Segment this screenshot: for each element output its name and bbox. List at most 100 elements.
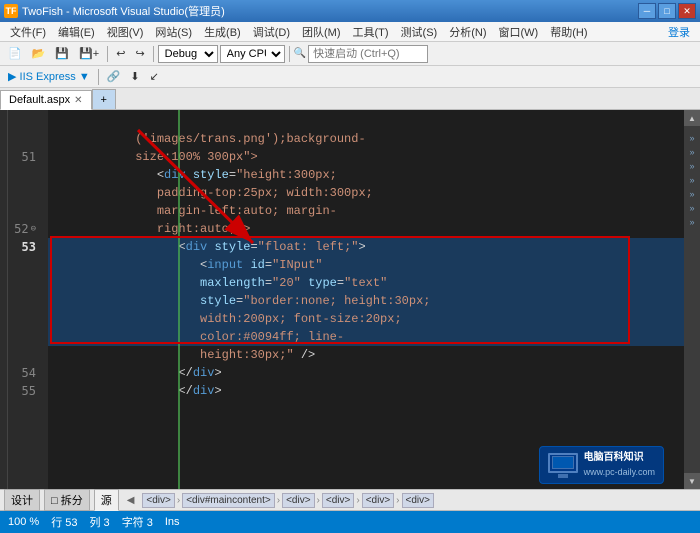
debug-mode-dropdown[interactable]: Debug Release bbox=[158, 45, 218, 63]
status-mode: Ins bbox=[165, 516, 180, 528]
scroll-chevron-5: » bbox=[685, 188, 699, 200]
line-num-52: 52 ⊖ bbox=[8, 220, 42, 238]
menu-test[interactable]: 测试(S) bbox=[395, 22, 444, 42]
run-button[interactable]: ▶ IIS Express ▼ bbox=[4, 67, 94, 87]
save-all-button[interactable]: 💾+ bbox=[75, 44, 103, 64]
scroll-down-button[interactable]: ▼ bbox=[684, 473, 700, 489]
menu-file[interactable]: 文件(F) bbox=[4, 22, 52, 42]
new-project-button[interactable]: 📄 bbox=[4, 44, 26, 64]
logo-url: www.pc-daily.com bbox=[584, 465, 655, 479]
logo-text: 电脑百科知识 www.pc-daily.com bbox=[584, 451, 655, 479]
app-icon: TF bbox=[4, 4, 18, 18]
breadcrumb-sep4: › bbox=[356, 495, 359, 506]
line-num-blank3 bbox=[8, 166, 42, 184]
maximize-button[interactable]: □ bbox=[658, 3, 676, 19]
line-num-blank2 bbox=[8, 130, 42, 148]
menu-analyze[interactable]: 分析(N) bbox=[443, 22, 492, 42]
tab-close-button[interactable]: ✕ bbox=[74, 95, 82, 106]
scroll-chevron-6: » bbox=[685, 202, 699, 214]
bottom-toolbar: 设计 □ 拆分 源 ◀ <div> › <div#maincontent> › … bbox=[0, 489, 700, 511]
expand-icon-52[interactable]: ⊖ bbox=[31, 220, 36, 238]
menu-edit[interactable]: 编辑(E) bbox=[52, 22, 101, 42]
line-num-blank5 bbox=[8, 202, 42, 220]
line-num-55: 55 bbox=[8, 382, 42, 400]
menu-view[interactable]: 视图(V) bbox=[101, 22, 150, 42]
menu-debug[interactable]: 调试(D) bbox=[247, 22, 296, 42]
undo-button[interactable]: ↩ bbox=[112, 44, 129, 64]
menu-window[interactable]: 窗口(W) bbox=[493, 22, 545, 42]
tab-default-aspx[interactable]: Default.aspx ✕ bbox=[0, 90, 92, 110]
cpu-mode-dropdown[interactable]: Any CPU x64 x86 bbox=[220, 45, 285, 63]
tab-bar: Default.aspx ✕ + bbox=[0, 88, 700, 110]
line-num-blank6 bbox=[8, 256, 42, 274]
breadcrumb-div5[interactable]: <div> bbox=[362, 493, 394, 508]
editor-area: 51 52 ⊖ 53 54 55 ('images/trans.png'); bbox=[0, 110, 700, 489]
right-scrollbar: ▲ » » » » » » » ▼ bbox=[684, 110, 700, 489]
scroll-chevron-2: » bbox=[685, 146, 699, 158]
close-button[interactable]: ✕ bbox=[678, 3, 696, 19]
line-num-51: 51 bbox=[8, 148, 42, 166]
monitor-icon bbox=[548, 453, 578, 478]
breadcrumb-sep1: › bbox=[177, 495, 180, 506]
toolbar-1: 📄 📂 💾 💾+ ↩ ↪ Debug Release Any CPU x64 x… bbox=[0, 42, 700, 66]
scroll-track[interactable]: » » » » » » » bbox=[685, 126, 699, 473]
menu-help[interactable]: 帮助(H) bbox=[544, 22, 593, 42]
left-indicator bbox=[0, 110, 8, 489]
window-title: TwoFish - Microsoft Visual Studio(管理员) bbox=[22, 3, 638, 19]
line-num-blank8 bbox=[8, 292, 42, 310]
attach-button[interactable]: 🔗 bbox=[103, 67, 125, 87]
scroll-chevron-1: » bbox=[685, 132, 699, 144]
source-tab[interactable]: 源 bbox=[94, 489, 119, 511]
scroll-up-button[interactable]: ▲ bbox=[684, 110, 700, 126]
separator-1 bbox=[107, 46, 108, 62]
breadcrumb-div4[interactable]: <div> bbox=[322, 493, 354, 508]
menu-bar: 文件(F) 编辑(E) 视图(V) 网站(S) 生成(B) 调试(D) 团队(M… bbox=[0, 22, 700, 42]
nav-arrow-left[interactable]: ◀ bbox=[127, 495, 135, 506]
separator-4 bbox=[98, 69, 99, 85]
breadcrumb-sep3: › bbox=[317, 495, 320, 506]
quick-search-input[interactable] bbox=[308, 45, 428, 63]
tab-label: Default.aspx bbox=[9, 94, 70, 106]
menu-build[interactable]: 生成(B) bbox=[198, 22, 247, 42]
line-num-blank10 bbox=[8, 328, 42, 346]
monitor-stand bbox=[558, 474, 568, 478]
menu-tools[interactable]: 工具(T) bbox=[347, 22, 395, 42]
line-num-blank9 bbox=[8, 310, 42, 328]
code-editor[interactable]: ('images/trans.png');background- size:10… bbox=[48, 110, 684, 489]
redo-button[interactable]: ↪ bbox=[131, 44, 148, 64]
scroll-chevron-7: » bbox=[685, 216, 699, 228]
menu-login[interactable]: 登录 bbox=[662, 22, 696, 42]
line-num-53: 53 bbox=[8, 238, 42, 256]
main-window: TF TwoFish - Microsoft Visual Studio(管理员… bbox=[0, 0, 700, 533]
breadcrumb-div2[interactable]: <div#maincontent> bbox=[182, 493, 275, 508]
line-num-54: 54 bbox=[8, 364, 42, 382]
line-num-blank7 bbox=[8, 274, 42, 292]
tab-new[interactable]: + bbox=[92, 89, 116, 109]
screen-inner bbox=[552, 456, 574, 469]
minimize-button[interactable]: ─ bbox=[638, 3, 656, 19]
status-col: 列 3 bbox=[90, 514, 110, 530]
line-num-blank1 bbox=[8, 112, 42, 130]
separator-2 bbox=[153, 46, 154, 62]
breadcrumb-div6[interactable]: <div> bbox=[402, 493, 434, 508]
design-tab[interactable]: 设计 bbox=[4, 489, 40, 511]
line-num-blank11 bbox=[8, 346, 42, 364]
step-into-button[interactable]: ↙ bbox=[146, 67, 163, 87]
status-bar: 100 % 行 53 列 3 字符 3 Ins bbox=[0, 511, 700, 533]
separator-3 bbox=[289, 46, 290, 62]
menu-website[interactable]: 网站(S) bbox=[149, 22, 198, 42]
breadcrumb-sep5: › bbox=[396, 495, 399, 506]
breadcrumb-div3[interactable]: <div> bbox=[282, 493, 314, 508]
save-button[interactable]: 💾 bbox=[51, 44, 73, 64]
breadcrumb-div1[interactable]: <div> bbox=[142, 493, 174, 508]
menu-team[interactable]: 团队(M) bbox=[296, 22, 347, 42]
status-row: 行 53 bbox=[51, 514, 77, 530]
toolbar-2: ▶ IIS Express ▼ 🔗 ⬇ ↙ bbox=[0, 66, 700, 88]
open-button[interactable]: 📂 bbox=[28, 44, 50, 64]
window-controls: ─ □ ✕ bbox=[638, 3, 696, 19]
tab-new-label: + bbox=[101, 94, 107, 106]
step-over-button[interactable]: ⬇ bbox=[126, 67, 143, 87]
line-numbers: 51 52 ⊖ 53 54 55 bbox=[8, 110, 48, 489]
monitor-screen bbox=[548, 453, 578, 473]
split-tab[interactable]: □ 拆分 bbox=[44, 489, 90, 511]
